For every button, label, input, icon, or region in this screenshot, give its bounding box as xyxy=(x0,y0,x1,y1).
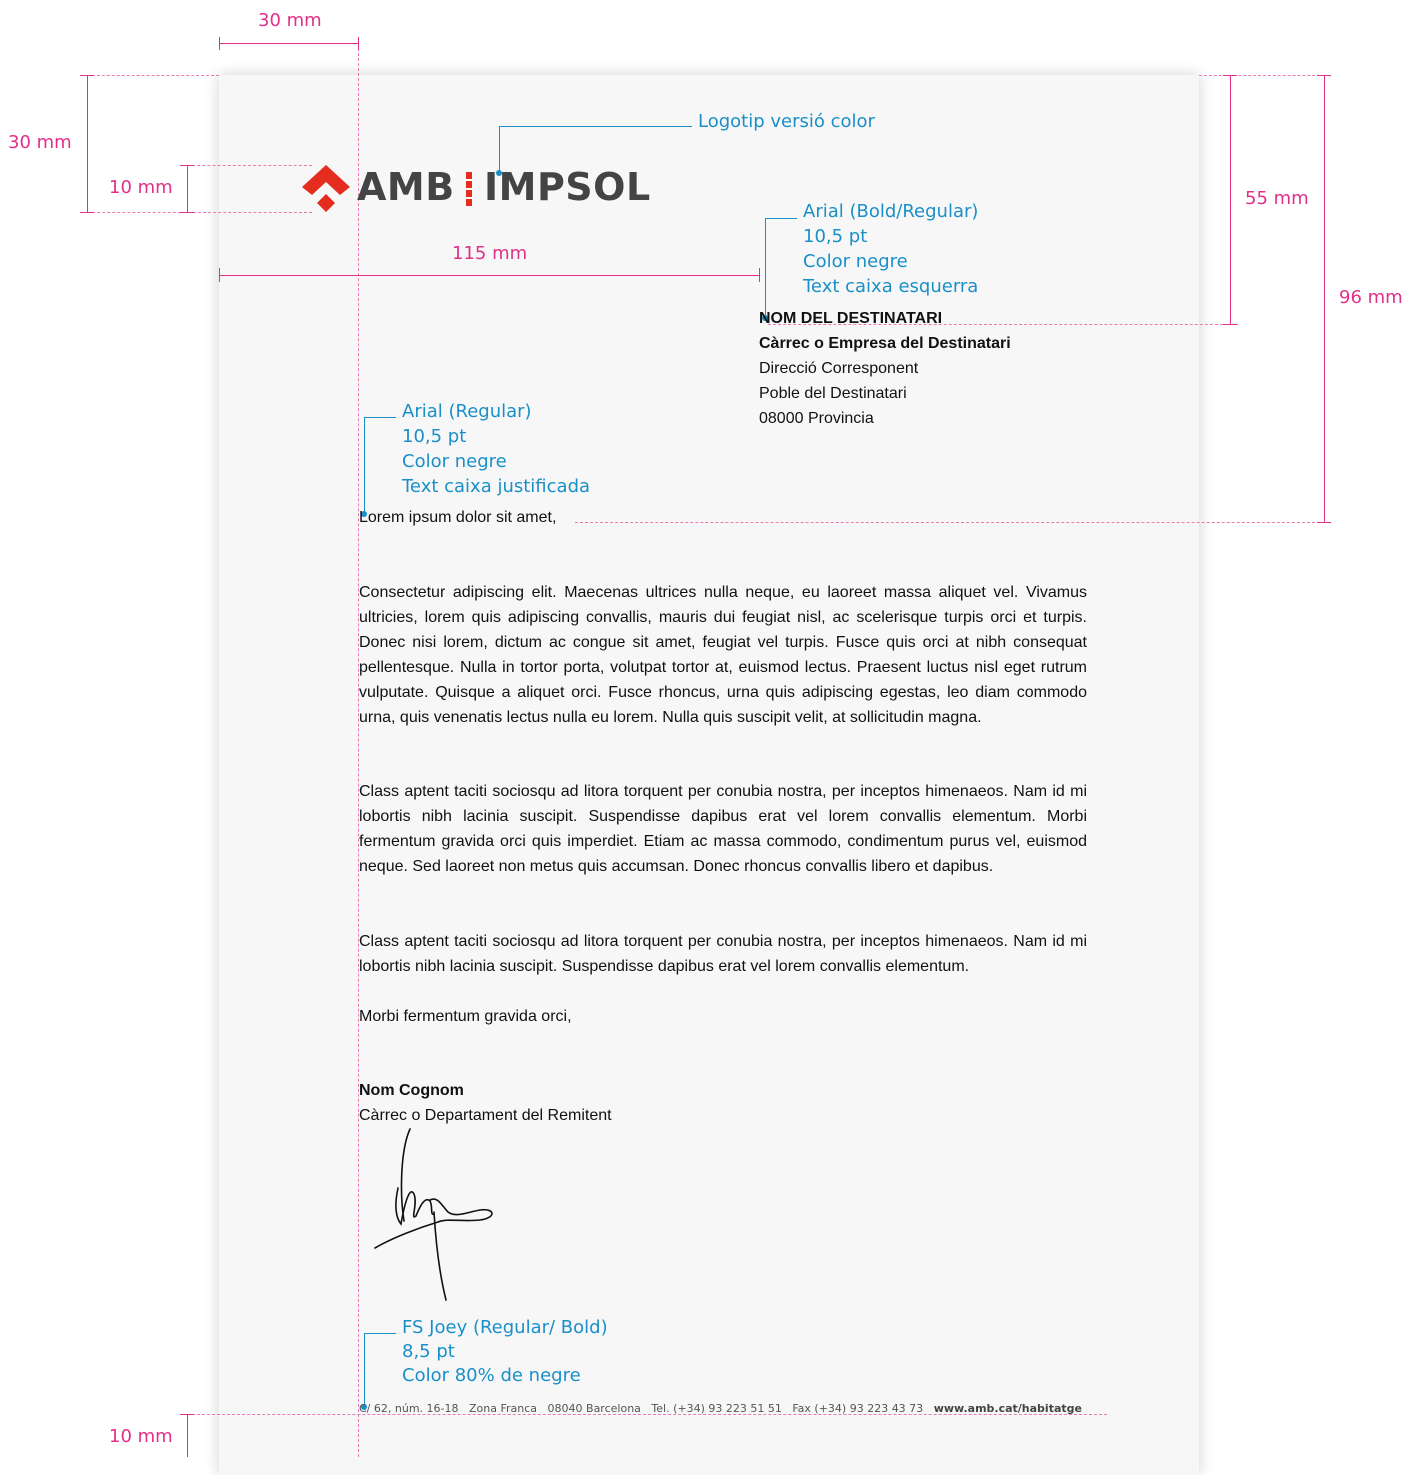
measure-logo-height-label: 10 mm xyxy=(109,177,173,198)
footer-tel: Tel. (+34) 93 223 51 51 xyxy=(651,1402,782,1415)
letter-paragraph: Class aptent taciti sociosqu ad litora t… xyxy=(359,933,1087,975)
sender-name: Nom Cognom xyxy=(359,1082,464,1099)
measure-line-body-top xyxy=(1324,75,1325,523)
logo-text-amb: AMB xyxy=(357,165,455,209)
callout-line-address xyxy=(765,218,797,219)
recipient-position: Càrrec o Empresa del Destinatari xyxy=(759,335,1011,352)
logo-mark-icon xyxy=(302,165,350,212)
measure-line-left-margin xyxy=(219,43,359,44)
measure-address-top-label: 55 mm xyxy=(1245,188,1309,209)
measure-line-address-offset xyxy=(219,275,760,276)
measure-body-top-label: 96 mm xyxy=(1339,287,1403,308)
measure-left-margin-label: 30 mm xyxy=(258,10,322,31)
callout-line-footer xyxy=(364,1333,396,1334)
top-edge-guide-left xyxy=(82,75,219,76)
footer-street: C/ 62, núm. 16-18 xyxy=(359,1402,459,1415)
measure-line-address-top xyxy=(1230,75,1231,325)
annotation-body-align: Text caixa justificada xyxy=(402,476,591,497)
callout-line-address xyxy=(765,218,766,318)
measure-tick xyxy=(180,1414,194,1415)
annotation-address-color: Color negre xyxy=(803,251,908,272)
annotation-footer-size: 8,5 pt xyxy=(402,1341,455,1362)
annotation-footer-color: Color 80% de negre xyxy=(402,1365,581,1386)
measure-tick xyxy=(80,212,94,213)
footer-fax: Fax (+34) 93 223 43 73 xyxy=(792,1402,924,1415)
callout-dot-logo xyxy=(496,170,502,176)
sender-role: Càrrec o Departament del Remitent xyxy=(359,1107,612,1124)
annotation-logo: Logotip versió color xyxy=(698,111,875,132)
annotation-footer-font: FS Joey (Regular/ Bold) xyxy=(402,1317,608,1338)
callout-line-footer xyxy=(364,1333,365,1407)
footer-zone: Zona Franca xyxy=(469,1402,538,1415)
callout-line-logo xyxy=(499,126,500,172)
logo-separator xyxy=(466,172,472,206)
measure-tick xyxy=(80,75,94,76)
measure-tick xyxy=(219,37,220,50)
annotation-body-size: 10,5 pt xyxy=(402,426,467,447)
measure-tick xyxy=(1317,75,1331,76)
measure-tick xyxy=(180,165,194,166)
measure-line-logo-height xyxy=(187,165,188,213)
annotation-body-color: Color negre xyxy=(402,451,507,472)
measure-address-offset-label: 115 mm xyxy=(452,243,528,264)
measure-tick xyxy=(1223,75,1237,76)
signature-image xyxy=(374,1128,493,1301)
recipient-name: NOM DEL DESTINATARI xyxy=(759,310,943,327)
logo-bottom-guide xyxy=(82,212,312,213)
left-margin-guide xyxy=(358,38,359,1457)
letter-sheet xyxy=(219,75,1199,1475)
logo-top-guide xyxy=(182,165,312,166)
measure-tick xyxy=(1223,324,1237,325)
callout-line-logo xyxy=(499,126,692,127)
letter-footer: C/ 62, núm. 16-18 Zona Franca 08040 Barc… xyxy=(359,1402,1082,1415)
measure-line-top-margin xyxy=(87,75,88,213)
letter-paragraph: Class aptent taciti sociosqu ad litora t… xyxy=(359,783,1087,875)
footer-city: 08040 Barcelona xyxy=(547,1402,641,1415)
annotation-address-size: 10,5 pt xyxy=(803,226,868,247)
letter-paragraph: Consectetur adipiscing elit. Maecenas ul… xyxy=(359,584,1087,726)
measure-tick xyxy=(759,268,760,282)
measure-tick xyxy=(180,212,194,213)
annotation-address-align: Text caixa esquerra xyxy=(803,276,979,297)
measure-bottom-margin-label: 10 mm xyxy=(109,1426,173,1447)
letter-greeting: Lorem ipsum dolor sit amet, xyxy=(359,509,557,526)
callout-line-body xyxy=(364,417,396,418)
top-edge-guide-right xyxy=(1199,75,1330,76)
footer-web: www.amb.cat/habitatge xyxy=(933,1402,1082,1415)
callout-line-body xyxy=(364,417,365,514)
logo-text-impsol: IMPSOL xyxy=(484,165,651,209)
recipient-street: Direcció Corresponent xyxy=(759,360,919,377)
measure-line-bottom-margin xyxy=(187,1414,188,1457)
measure-tick xyxy=(1317,522,1331,523)
measure-tick xyxy=(219,268,220,282)
measure-tick xyxy=(358,37,359,50)
recipient-town: Poble del Destinatari xyxy=(759,385,907,402)
recipient-postal: 08000 Provincia xyxy=(759,410,874,427)
measure-top-margin-label: 30 mm xyxy=(8,132,72,153)
annotation-address-font: Arial (Bold/Regular) xyxy=(803,201,979,222)
letter-closing: Morbi fermentum gravida orci, xyxy=(359,1008,572,1025)
annotation-body-font: Arial (Regular) xyxy=(402,401,532,422)
